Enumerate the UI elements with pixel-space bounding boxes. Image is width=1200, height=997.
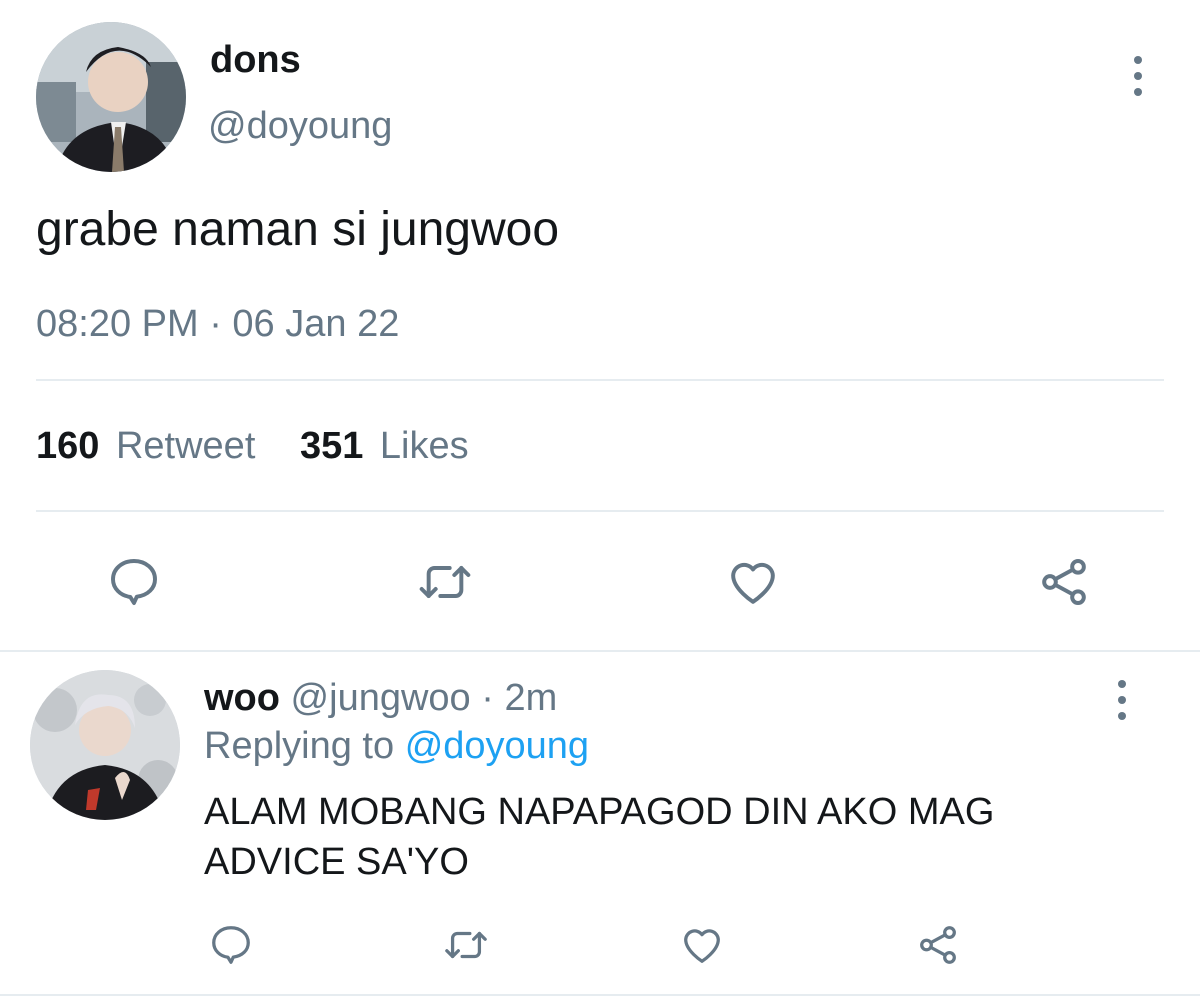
likes-label[interactable]: Likes xyxy=(380,425,469,467)
divider xyxy=(36,379,1164,381)
reply-like-icon[interactable] xyxy=(677,920,727,970)
reply-header: woo @jungwoo · 2m xyxy=(204,676,557,720)
retweet-label[interactable]: Retweet xyxy=(116,425,255,467)
replying-to-label: Replying to xyxy=(204,725,395,767)
reply-text-line-2: ADVICE SA'YO xyxy=(204,841,469,883)
tweet-timestamp[interactable]: 08:20 PM · 06 Jan 22 xyxy=(36,302,399,346)
like-icon[interactable] xyxy=(723,552,783,612)
replying-to-handle[interactable]: @doyoung xyxy=(405,725,589,767)
likes-count[interactable]: 351 xyxy=(300,425,363,467)
reply-time-separator: · xyxy=(481,677,494,719)
divider xyxy=(0,650,1200,652)
reply-author-handle[interactable]: @jungwoo xyxy=(291,677,471,719)
replying-to: Replying to @doyoung xyxy=(204,724,589,768)
reply-avatar[interactable] xyxy=(30,670,180,820)
divider xyxy=(36,510,1164,512)
divider xyxy=(0,994,1200,996)
reply-share-icon[interactable] xyxy=(913,920,963,970)
author-name[interactable]: dons xyxy=(210,38,301,82)
reply-time[interactable]: 2m xyxy=(504,677,557,719)
retweet-count[interactable]: 160 xyxy=(36,425,99,467)
reply-icon[interactable] xyxy=(104,552,164,612)
reply-reply-icon[interactable] xyxy=(206,920,256,970)
engagement-stats: 160 Retweet 351 Likes xyxy=(36,424,469,468)
reply-author-name[interactable]: woo xyxy=(204,677,280,719)
avatar[interactable] xyxy=(36,22,186,172)
author-handle[interactable]: @doyoung xyxy=(208,104,392,148)
more-options-icon[interactable] xyxy=(1131,56,1145,96)
retweet-icon[interactable] xyxy=(414,552,476,612)
share-icon[interactable] xyxy=(1034,552,1094,612)
reply-retweet-icon[interactable] xyxy=(440,920,492,970)
reply-text-line-1: ALAM MOBANG NAPAPAGOD DIN AKO MAG xyxy=(204,791,995,833)
tweet-text: grabe naman si jungwoo xyxy=(36,203,560,256)
reply-more-options-icon[interactable] xyxy=(1115,680,1129,720)
